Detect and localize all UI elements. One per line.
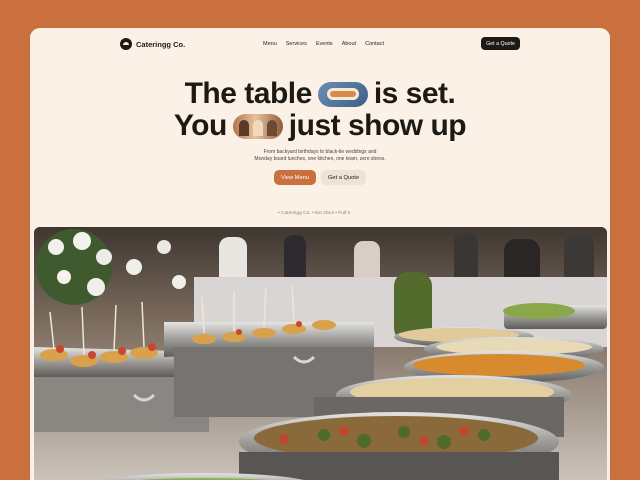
headline-text-you: You xyxy=(173,109,227,142)
subtitle-line-1: From backyard birthdays to black-tie wed… xyxy=(263,149,377,155)
brand-name: Cateringg Co. xyxy=(136,39,186,49)
nav-item-contact[interactable]: Contact xyxy=(365,41,384,47)
food-platter-image xyxy=(317,81,368,107)
nav-item-about[interactable]: About xyxy=(342,41,356,47)
brand-logo[interactable]: Cateringg Co. xyxy=(120,38,185,50)
view-menu-button[interactable]: View Menu xyxy=(274,170,316,185)
top-nav: Cateringg Co. Menu Services Events About… xyxy=(30,36,610,60)
hero-subtitle: From backyard birthdays to black-tie wed… xyxy=(30,149,610,163)
guests-image xyxy=(232,113,283,139)
cloche-icon xyxy=(120,38,132,50)
buffet-photo-illustration xyxy=(34,227,607,480)
nav-menu: Menu Services Events About Contact xyxy=(263,41,384,47)
buffet-hero-photo xyxy=(34,227,607,480)
page-card: Cateringg Co. Menu Services Events About… xyxy=(30,28,610,480)
nav-item-events[interactable]: Events xyxy=(316,41,333,47)
nav-item-services[interactable]: Services xyxy=(286,41,307,47)
nav-item-menu[interactable]: Menu xyxy=(263,41,277,47)
brand-marquee: • Cateringg Co. • Est 2014 • Full S xyxy=(278,211,351,216)
headline-text-just-show-up: just show up xyxy=(288,109,467,142)
hero-headline-line-2: You just show up xyxy=(30,110,610,142)
hero-headline-line-1: The table is set. xyxy=(30,78,610,110)
headline-text-is-set: is set. xyxy=(373,77,456,110)
nav-get-quote-button[interactable]: Get a Quote xyxy=(481,37,520,50)
subtitle-line-2: Monday board lunches, one kitchen, one t… xyxy=(254,156,386,162)
get-quote-button[interactable]: Get a Quote xyxy=(321,170,366,185)
headline-text-the-table: The table xyxy=(184,77,313,110)
